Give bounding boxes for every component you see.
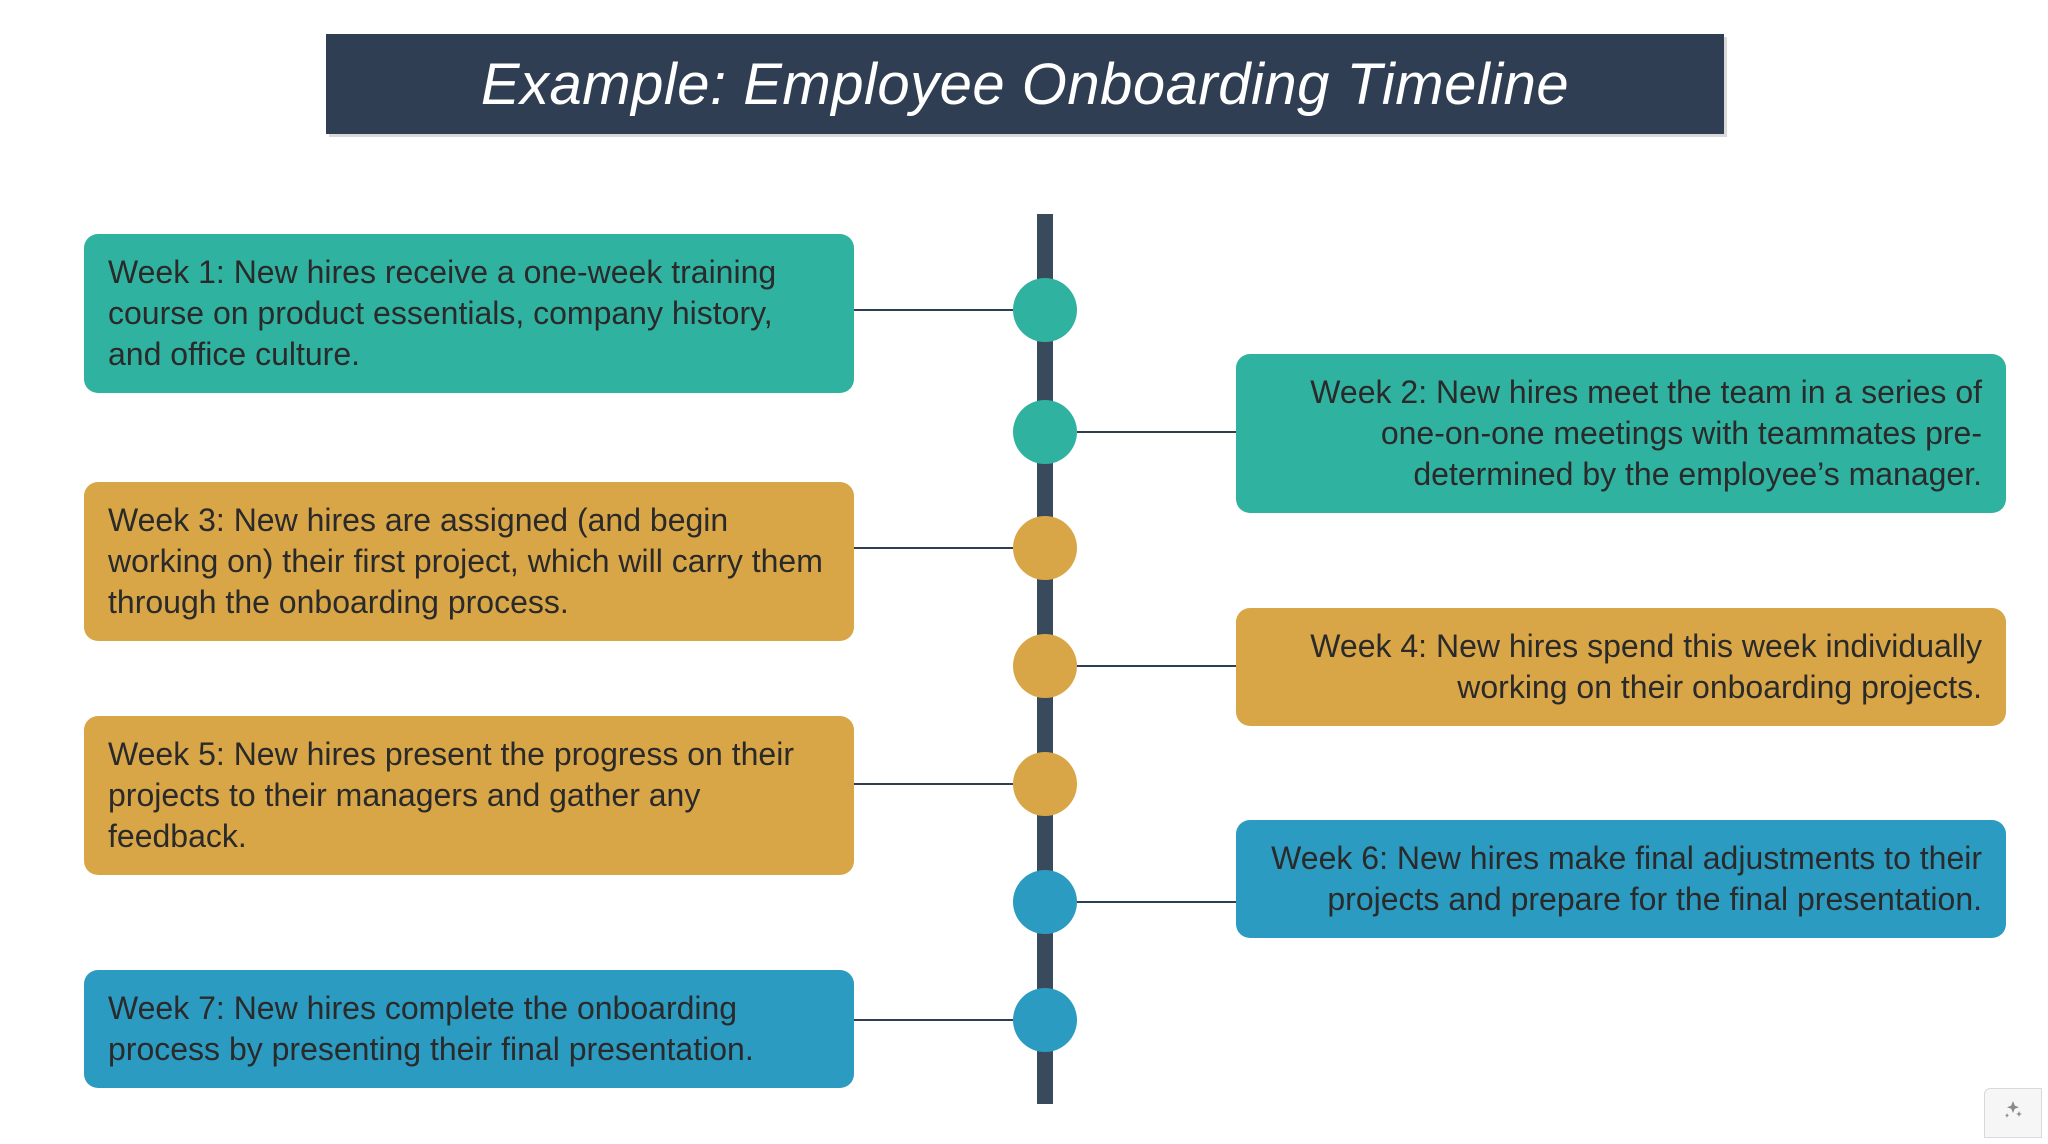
connector-week3 (853, 547, 1013, 549)
connector-week1 (853, 309, 1013, 311)
timeline-card-week7: Week 7: New hires complete the onboardin… (84, 970, 854, 1088)
timeline-card-week2: Week 2: New hires meet the team in a ser… (1236, 354, 2006, 513)
connector-week2 (1077, 431, 1237, 433)
timeline-node-week4 (1013, 634, 1077, 698)
timeline-card-week4: Week 4: New hires spend this week indivi… (1236, 608, 2006, 726)
timeline-text-week2: Week 2: New hires meet the team in a ser… (1310, 374, 1982, 492)
timeline-node-week1 (1013, 278, 1077, 342)
timeline-text-week6: Week 6: New hires make final adjustments… (1271, 840, 1982, 917)
timeline-text-week5: Week 5: New hires present the progress o… (108, 736, 794, 854)
timeline-card-week6: Week 6: New hires make final adjustments… (1236, 820, 2006, 938)
timeline-card-week1: Week 1: New hires receive a one-week tra… (84, 234, 854, 393)
timeline-text-week4: Week 4: New hires spend this week indivi… (1310, 628, 1982, 705)
sparkle-icon (2001, 1099, 2025, 1128)
timeline-text-week7: Week 7: New hires complete the onboardin… (108, 990, 754, 1067)
timeline-node-week5 (1013, 752, 1077, 816)
timeline-card-week5: Week 5: New hires present the progress o… (84, 716, 854, 875)
connector-week5 (853, 783, 1013, 785)
timeline-node-week2 (1013, 400, 1077, 464)
timeline-card-week3: Week 3: New hires are assigned (and begi… (84, 482, 854, 641)
timeline-node-week6 (1013, 870, 1077, 934)
sparkle-widget[interactable] (1984, 1088, 2042, 1138)
timeline-node-week3 (1013, 516, 1077, 580)
slide-title-text: Example: Employee Onboarding Timeline (481, 51, 1569, 118)
timeline-node-week7 (1013, 988, 1077, 1052)
slide-title: Example: Employee Onboarding Timeline (326, 34, 1724, 134)
connector-week7 (853, 1019, 1013, 1021)
connector-week6 (1077, 901, 1237, 903)
timeline-text-week1: Week 1: New hires receive a one-week tra… (108, 254, 776, 372)
connector-week4 (1077, 665, 1237, 667)
timeline-text-week3: Week 3: New hires are assigned (and begi… (108, 502, 823, 620)
